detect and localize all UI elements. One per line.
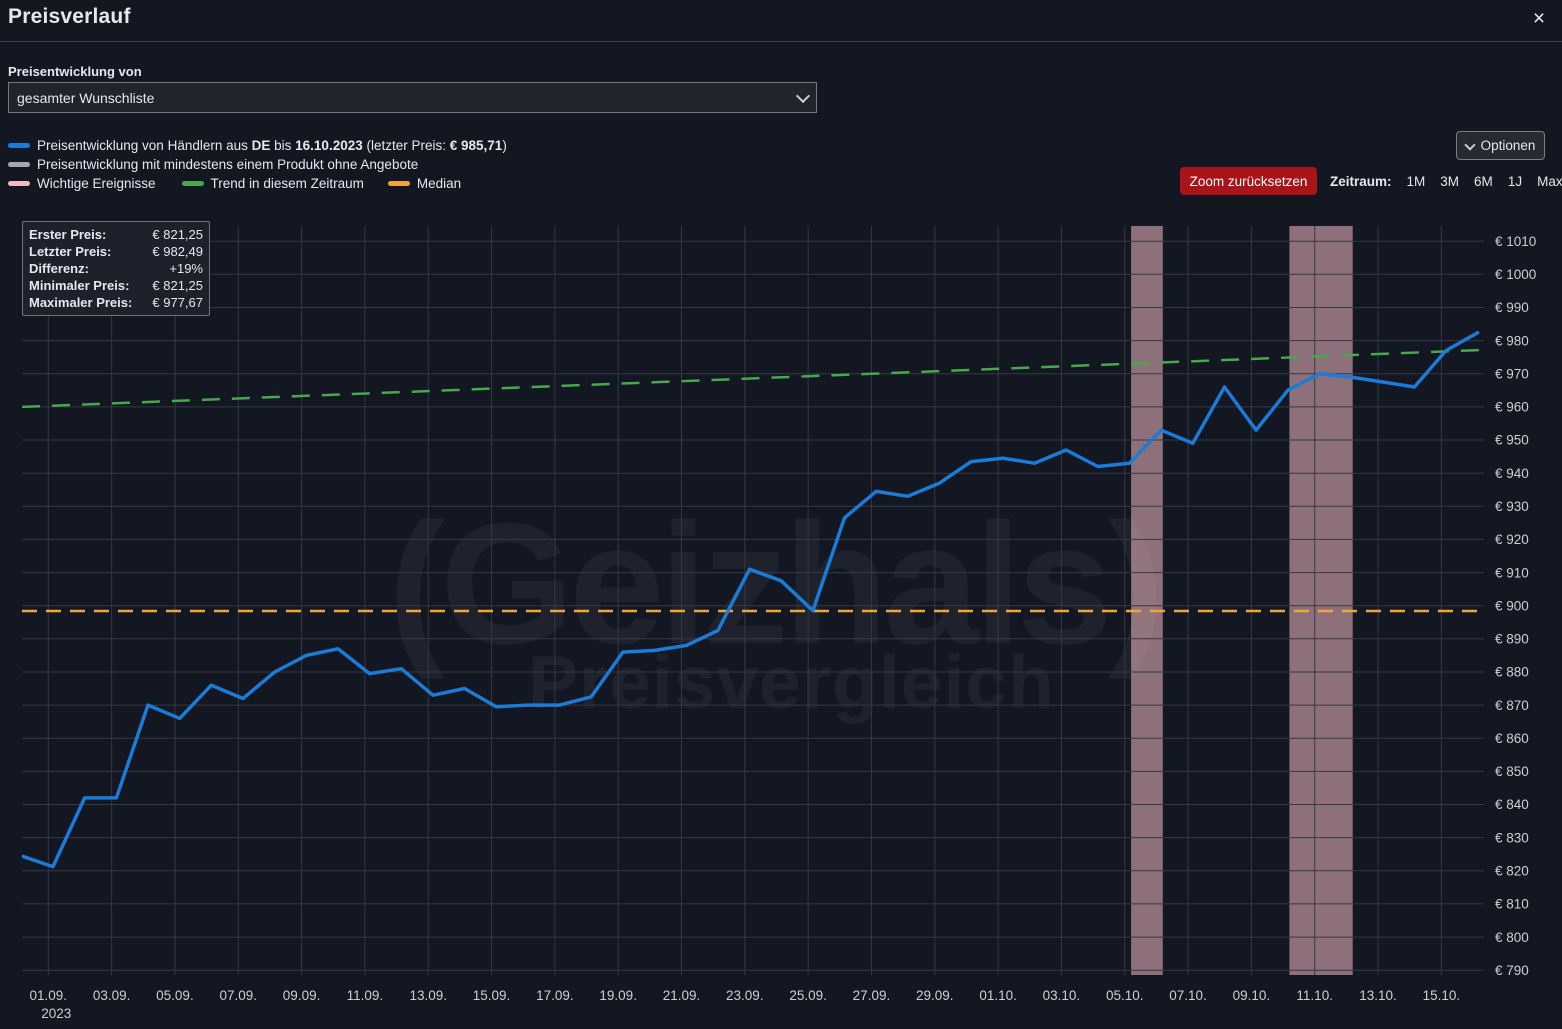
stats-row: Erster Preis: € 821,25 — [29, 226, 203, 243]
y-axis-tick-label: € 970 — [1495, 366, 1529, 381]
y-axis-tick-label: € 890 — [1495, 632, 1529, 647]
x-axis-tick-label: 23.09. — [726, 988, 764, 1003]
stats-row: Minimaler Preis: € 821,25 — [29, 277, 203, 294]
price-history-chart[interactable]: 01.09. 2023 03.09. 05.09. 07.09. 09.09. 11.09.… — [0, 0, 1562, 1024]
stats-value: € 821,25 — [152, 278, 203, 293]
price-stats-box: Erster Preis: € 821,25 Letzter Preis: € 982… — [22, 221, 210, 316]
y-axis-tick-label: € 830 — [1495, 830, 1529, 845]
y-axis-tick-label: € 1000 — [1495, 267, 1536, 282]
x-axis-tick-label: 05.10. — [1106, 988, 1144, 1003]
x-axis-tick-label: 15.09. — [473, 988, 511, 1003]
x-axis-tick-label: 29.09. — [916, 988, 954, 1003]
x-axis-tick-label: 03.09. — [93, 988, 131, 1003]
y-axis-tick-label: € 930 — [1495, 499, 1529, 514]
y-axis-tick-label: € 840 — [1495, 797, 1529, 812]
y-axis-tick-label: € 920 — [1495, 532, 1529, 547]
y-axis-tick-label: € 1010 — [1495, 234, 1536, 249]
x-axis-tick-label: 13.10. — [1359, 988, 1397, 1003]
chart-canvas[interactable]: 01.09. 2023 03.09. 05.09. 07.09. 09.09. 11.09.… — [0, 0, 1562, 1024]
x-axis-tick-label: 05.09. — [156, 988, 194, 1003]
x-axis-tick-label: 01.09. — [30, 988, 68, 1003]
x-axis-tick-label: 27.09. — [853, 988, 891, 1003]
stats-label: Maximaler Preis: — [29, 295, 133, 310]
x-axis-tick-label: 09.10. — [1233, 988, 1271, 1003]
trend-line — [21, 348, 1485, 409]
y-axis-tick-label: € 820 — [1495, 864, 1529, 879]
stats-label: Minimaler Preis: — [29, 278, 130, 293]
y-axis-tick-label: € 810 — [1495, 897, 1529, 912]
stats-label: Differenz: — [29, 261, 89, 276]
stats-value: € 821,25 — [152, 227, 203, 242]
y-axis-tick-label: € 960 — [1495, 400, 1529, 415]
y-axis-tick-label: € 990 — [1495, 300, 1529, 315]
x-axis-tick-label: 03.10. — [1043, 988, 1081, 1003]
y-axis-tick-label: € 910 — [1495, 565, 1529, 580]
x-axis-tick-label: 19.09. — [599, 988, 637, 1003]
x-axis-tick-label: 25.09. — [789, 988, 827, 1003]
price-line-series — [22, 330, 1480, 869]
y-axis-tick-label: € 850 — [1495, 764, 1529, 779]
x-axis-tick-label: 11.10. — [1296, 988, 1333, 1003]
y-axis-tick-label: € 790 — [1495, 963, 1529, 978]
x-axis-tick-label: 13.09. — [409, 988, 447, 1003]
y-axis-tick-label: € 940 — [1495, 466, 1529, 481]
x-axis-year-label: 2023 — [41, 1006, 71, 1021]
x-axis-tick-label: 11.09. — [347, 988, 384, 1003]
y-axis-tick-label: € 950 — [1495, 433, 1529, 448]
stats-row: Letzter Preis: € 982,49 — [29, 243, 203, 260]
y-axis-tick-label: € 880 — [1495, 665, 1529, 680]
y-axis-tick-label: € 870 — [1495, 698, 1529, 713]
stats-row: Differenz: +19% — [29, 260, 203, 277]
important-event-band — [1131, 226, 1163, 975]
stats-label: Erster Preis: — [29, 227, 107, 242]
x-axis-tick-label: 17.09. — [536, 988, 574, 1003]
x-axis-tick-label: 01.10. — [979, 988, 1017, 1003]
stats-label: Letzter Preis: — [29, 244, 112, 259]
x-axis-tick-label: 09.09. — [283, 988, 321, 1003]
y-axis-tick-label: € 980 — [1495, 333, 1529, 348]
important-event-band — [1289, 226, 1353, 975]
stats-value: +19% — [169, 261, 203, 276]
stats-value: € 982,49 — [152, 244, 203, 259]
x-axis-tick-label: 15.10. — [1423, 988, 1461, 1003]
y-axis-tick-label: € 860 — [1495, 731, 1529, 746]
x-axis-tick-label: 07.10. — [1169, 988, 1207, 1003]
y-axis-tick-label: € 800 — [1495, 930, 1529, 945]
x-axis-tick-label: 07.09. — [219, 988, 257, 1003]
stats-value: € 977,67 — [152, 295, 203, 310]
y-axis-tick-label: € 900 — [1495, 598, 1529, 613]
x-axis-tick-label: 21.09. — [663, 988, 701, 1003]
stats-row: Maximaler Preis: € 977,67 — [29, 294, 203, 311]
